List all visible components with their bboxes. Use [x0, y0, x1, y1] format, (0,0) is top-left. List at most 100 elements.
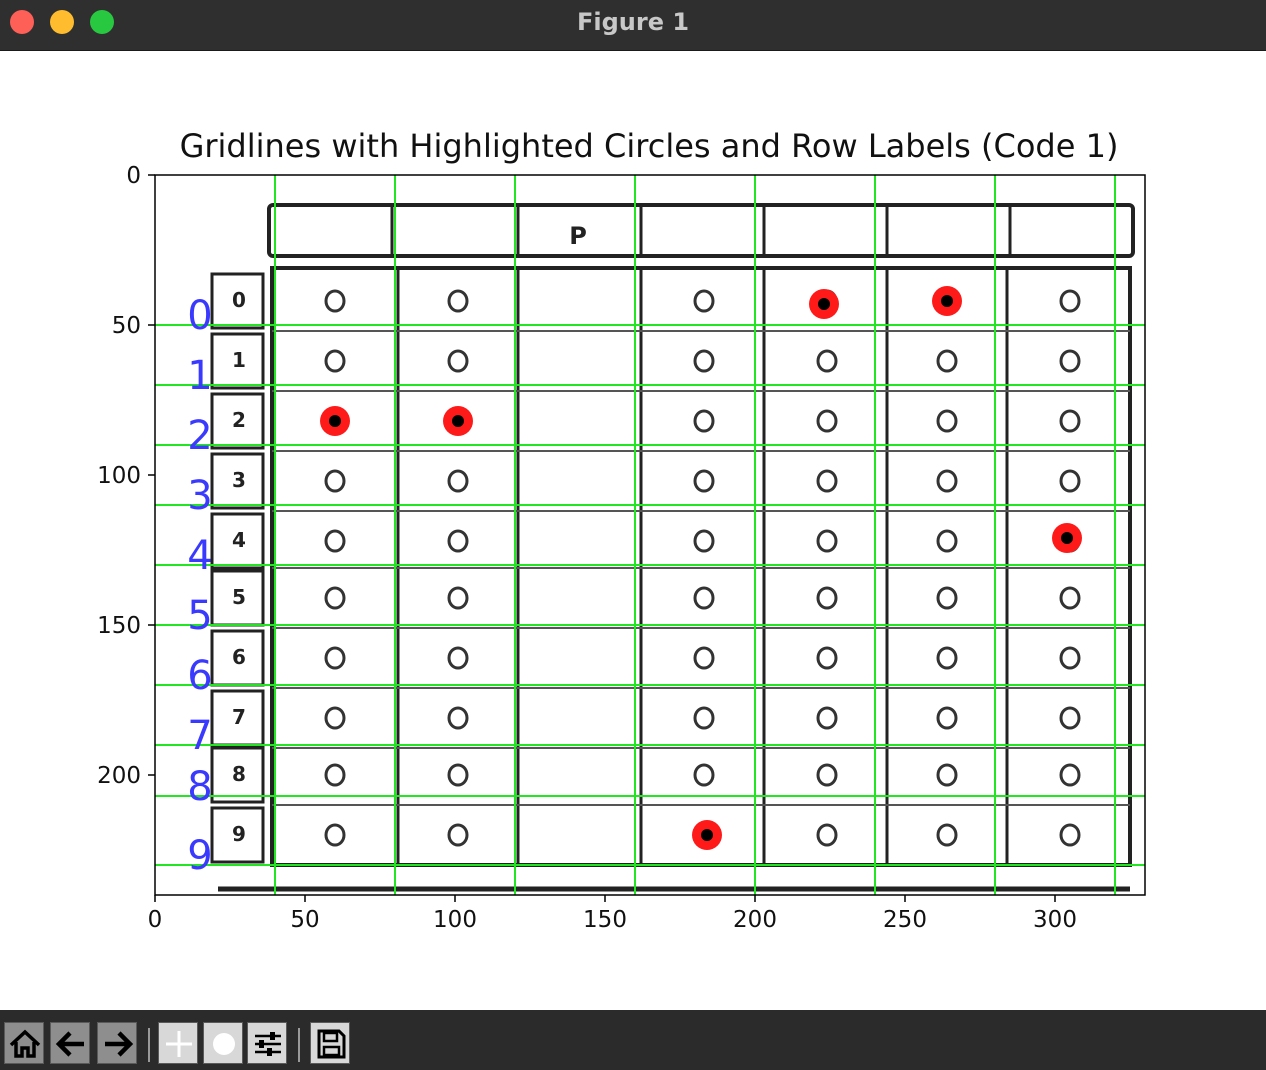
answer-bubble: [1059, 706, 1081, 730]
answer-bubble: [1059, 289, 1081, 313]
x-tick-label: 50: [290, 907, 319, 933]
sheet-row-number: 6: [232, 645, 246, 669]
row-label: 4: [187, 533, 212, 579]
answer-bubble: [447, 646, 469, 670]
row-label: 5: [187, 593, 212, 639]
x-tick-label: 150: [583, 907, 627, 933]
sheet-row-number: 5: [232, 585, 246, 609]
answer-bubble: [1059, 349, 1081, 373]
sheet-row-number: 0: [232, 288, 246, 312]
answer-bubble: [447, 763, 469, 787]
y-tick-label: 150: [97, 613, 141, 639]
y-axis: 0 50 100 150 200: [97, 163, 155, 789]
answer-bubble: [816, 349, 838, 373]
plot-frame: [154, 174, 1146, 896]
answer-bubble: [936, 469, 958, 493]
row-label: 2: [187, 413, 212, 459]
window-title: Figure 1: [576, 8, 690, 36]
answer-bubble: [936, 706, 958, 730]
zoom-button[interactable]: [203, 1022, 243, 1064]
answer-bubble: [693, 763, 715, 787]
answer-bubble: [693, 646, 715, 670]
answer-bubble: [816, 469, 838, 493]
answer-bubble: [693, 349, 715, 373]
back-button[interactable]: [50, 1022, 90, 1064]
answer-bubble: [936, 763, 958, 787]
answer-bubble: [324, 349, 346, 373]
pan-button[interactable]: [158, 1022, 198, 1064]
answer-bubble: [324, 529, 346, 553]
answer-bubble: [324, 706, 346, 730]
answer-bubble: [693, 469, 715, 493]
y-tick-label: 50: [112, 313, 141, 339]
answer-bubble: [693, 409, 715, 433]
sheet-row-number: 8: [232, 762, 246, 786]
sheet-row-number: 9: [232, 822, 246, 846]
answer-bubble: [693, 586, 715, 610]
answer-bubble: [936, 646, 958, 670]
highlight-circle-center: [701, 829, 713, 841]
sheet-row-number: 2: [232, 408, 246, 432]
sheet-row-number: 4: [232, 528, 246, 552]
chart: Gridlines with Highlighted Circles and R…: [97, 127, 1146, 933]
zoom-icon: [213, 1033, 235, 1055]
answer-bubble: [1059, 763, 1081, 787]
y-tick-label: 100: [97, 463, 141, 489]
answer-bubble: [447, 529, 469, 553]
forward-button[interactable]: [97, 1022, 137, 1064]
row-label: 6: [187, 653, 212, 699]
home-icon: [9, 1029, 41, 1058]
x-tick-label: 300: [1033, 907, 1077, 933]
answer-bubble: [447, 469, 469, 493]
highlight-circle-center: [941, 295, 953, 307]
row-label: 7: [187, 713, 212, 759]
answer-bubble: [936, 349, 958, 373]
row-label: 9: [187, 833, 212, 879]
answer-bubble: [693, 529, 715, 553]
answer-bubble: [1059, 586, 1081, 610]
sliders-icon: [255, 1032, 281, 1056]
floppy-disk-icon: [317, 1029, 346, 1059]
highlight-circle-center: [818, 298, 830, 310]
answer-bubble: [936, 409, 958, 433]
answer-bubble: [324, 763, 346, 787]
toolbar: [0, 1010, 1266, 1070]
answer-bubble: [447, 289, 469, 313]
toolbar-separator: [298, 1028, 300, 1062]
answer-bubble: [1059, 469, 1081, 493]
arrow-left-icon: [55, 1031, 84, 1057]
row-labels: 0 1 2 3 4 5 6 7 8 9: [187, 293, 212, 879]
sheet-header-strip: [267, 203, 1135, 258]
answer-bubble: [324, 586, 346, 610]
vertical-gridlines: [274, 175, 1116, 895]
chart-title: Gridlines with Highlighted Circles and R…: [180, 127, 1119, 165]
window-titlebar: Figure 1: [0, 0, 1266, 51]
row-label: 3: [187, 473, 212, 519]
answer-bubble: [816, 706, 838, 730]
answer-bubble: [816, 646, 838, 670]
answer-bubble: [693, 289, 715, 313]
answer-bubble: [1059, 646, 1081, 670]
answer-bubble: [447, 586, 469, 610]
save-button[interactable]: [310, 1022, 350, 1064]
answer-bubble: [816, 529, 838, 553]
x-axis: 0 50 100 150 200 250 300: [148, 895, 1077, 933]
answer-bubble: [447, 706, 469, 730]
row-label: 8: [187, 764, 212, 810]
pan-icon: [166, 1031, 192, 1057]
highlight-circle-center: [1061, 532, 1073, 544]
answer-bubble: [936, 529, 958, 553]
answer-bubble: [936, 586, 958, 610]
configure-subplots-button[interactable]: [247, 1022, 287, 1064]
sheet-row-number: 3: [232, 468, 246, 492]
home-button[interactable]: [4, 1022, 44, 1064]
answer-bubble: [447, 349, 469, 373]
y-tick-label: 0: [126, 163, 141, 189]
sheet-row-number: 7: [232, 705, 246, 729]
answer-bubble: [816, 409, 838, 433]
x-tick-label: 0: [148, 907, 163, 933]
answer-bubble: [693, 706, 715, 730]
answer-bubble: [324, 469, 346, 493]
sheet-answer-box: [270, 266, 1132, 867]
answer-bubble: [324, 289, 346, 313]
